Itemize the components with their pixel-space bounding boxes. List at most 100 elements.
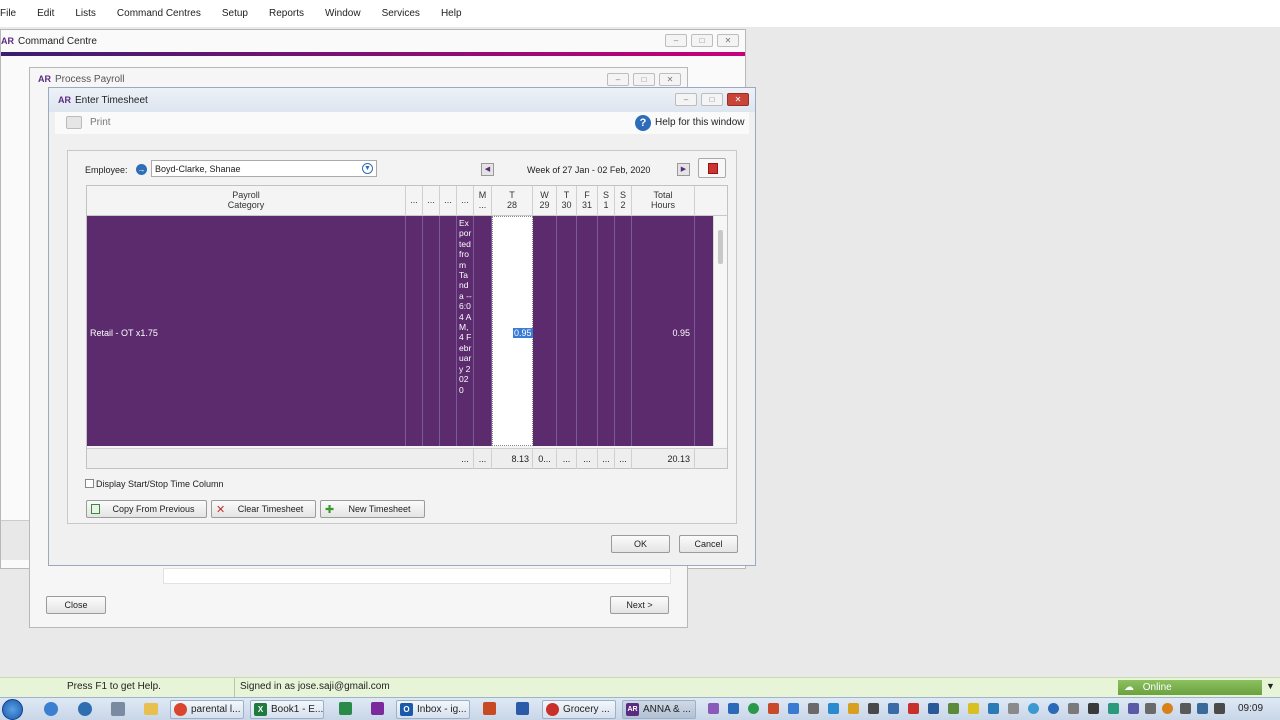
tray-refresh-icon[interactable]	[748, 703, 759, 714]
flag-icon[interactable]	[1180, 703, 1191, 714]
green-app-icon[interactable]	[339, 702, 352, 715]
menu-reports[interactable]: Reports	[269, 8, 304, 19]
minimize-icon[interactable]: –	[665, 34, 687, 47]
task-grocery[interactable]: Grocery ...	[542, 700, 616, 719]
help-for-window-link[interactable]: Help for this window	[655, 117, 744, 128]
col-mon[interactable]: M...	[474, 186, 492, 216]
close-icon[interactable]: ✕	[717, 34, 739, 47]
ok-button[interactable]: OK	[611, 535, 670, 553]
tray-app-icon-22[interactable]	[1162, 703, 1173, 714]
chevron-down-icon[interactable]: ▼	[362, 163, 373, 174]
print-button[interactable]: Print	[90, 117, 111, 128]
maximize-icon[interactable]: □	[633, 73, 655, 86]
row-extra-1-cell[interactable]	[406, 216, 423, 446]
scrollbar-thumb[interactable]	[718, 230, 723, 264]
ie-icon[interactable]	[44, 702, 58, 716]
word-icon[interactable]	[516, 702, 529, 715]
close-button[interactable]: Close	[46, 596, 106, 614]
tray-app-icon-5[interactable]	[828, 703, 839, 714]
network-icon[interactable]	[1197, 703, 1208, 714]
tray-app-icon-20[interactable]	[1128, 703, 1139, 714]
col-notes[interactable]: ...	[457, 186, 474, 216]
maximize-icon[interactable]: □	[691, 34, 713, 47]
tray-app-icon-4[interactable]	[808, 703, 819, 714]
tray-app-icon-2[interactable]	[768, 703, 779, 714]
tray-app-icon-7[interactable]	[868, 703, 879, 714]
tray-app-icon-8[interactable]	[888, 703, 899, 714]
menu-services[interactable]: Services	[382, 8, 420, 19]
calendar-icon[interactable]	[698, 158, 726, 178]
tray-app-icon-17[interactable]	[1068, 703, 1079, 714]
col-payroll-category[interactable]: Payroll Category	[87, 186, 406, 216]
tray-app-icon-6[interactable]	[848, 703, 859, 714]
row-fri-cell[interactable]	[577, 216, 598, 446]
task-accountright[interactable]: AR ANNA & ...	[622, 700, 696, 719]
printer-icon[interactable]	[66, 116, 82, 129]
volume-icon[interactable]	[1214, 703, 1225, 714]
col-total-hours[interactable]: Total Hours	[632, 186, 695, 216]
tray-app-icon-9[interactable]	[908, 703, 919, 714]
tray-app-icon-21[interactable]	[1145, 703, 1156, 714]
col-fri[interactable]: F 31	[577, 186, 598, 216]
row-extra-3-cell[interactable]	[440, 216, 457, 446]
tray-app-icon-11[interactable]	[948, 703, 959, 714]
tray-app-icon-16[interactable]	[1048, 703, 1059, 714]
tray-app-icon-3[interactable]	[788, 703, 799, 714]
table-row[interactable]: Retail - OT x1.75 Exported from Tanda --…	[87, 216, 713, 446]
task-excel[interactable]: X Book1 - E...	[250, 700, 324, 719]
clear-timesheet-button[interactable]: ✕ Clear Timesheet	[211, 500, 316, 518]
close-icon[interactable]: ✕	[727, 93, 749, 106]
row-sun-cell[interactable]	[615, 216, 632, 446]
cancel-button[interactable]: Cancel	[679, 535, 738, 553]
row-wed-cell[interactable]	[533, 216, 557, 446]
prev-week-button[interactable]: ◀	[481, 163, 494, 176]
menu-help[interactable]: Help	[441, 8, 462, 19]
vertical-scrollbar[interactable]	[713, 216, 727, 446]
task-outlook[interactable]: O Inbox - ig...	[396, 700, 470, 719]
row-tue-cell[interactable]: 0.95	[492, 216, 533, 446]
menu-lists[interactable]: Lists	[75, 8, 96, 19]
row-extra-2-cell[interactable]	[423, 216, 440, 446]
new-timesheet-button[interactable]: ✚ New Timesheet	[320, 500, 425, 518]
col-sat[interactable]: S1	[598, 186, 615, 216]
display-start-stop-checkbox[interactable]	[85, 479, 94, 488]
tray-app-icon-18[interactable]	[1088, 703, 1099, 714]
menu-setup[interactable]: Setup	[222, 8, 248, 19]
powerpoint-icon[interactable]	[483, 702, 496, 715]
menu-window[interactable]: Window	[325, 8, 361, 19]
col-tue[interactable]: T 28	[492, 186, 533, 216]
clock[interactable]: 09:09	[1238, 703, 1263, 714]
help-icon[interactable]: ?	[635, 115, 651, 131]
col-extra-3[interactable]: ...	[440, 186, 457, 216]
tray-app-icon-14[interactable]	[1008, 703, 1019, 714]
next-button[interactable]: Next >	[610, 596, 669, 614]
col-wed[interactable]: W 29	[533, 186, 557, 216]
tools-icon[interactable]	[111, 702, 125, 716]
next-week-button[interactable]: ▶	[677, 163, 690, 176]
tray-app-icon-12[interactable]	[968, 703, 979, 714]
row-note-cell[interactable]: Exported from Tanda -- 6:04 AM, 4 Februa…	[457, 216, 474, 446]
online-badge[interactable]: ☁ Online	[1118, 680, 1262, 695]
menu-edit[interactable]: Edit	[37, 8, 54, 19]
col-thu[interactable]: T 30	[557, 186, 577, 216]
col-sun[interactable]: S2	[615, 186, 632, 216]
tray-app-icon-19[interactable]	[1108, 703, 1119, 714]
media-player-icon[interactable]	[78, 702, 92, 716]
employee-select[interactable]: Boyd-Clarke, Shanae ▼	[151, 160, 377, 177]
tray-link-icon[interactable]	[708, 703, 719, 714]
row-thu-cell[interactable]	[557, 216, 577, 446]
tray-app-icon-1[interactable]	[728, 703, 739, 714]
row-mon-cell[interactable]	[474, 216, 492, 446]
minimize-icon[interactable]: –	[675, 93, 697, 106]
row-category-cell[interactable]: Retail - OT x1.75	[87, 216, 406, 446]
tray-app-icon-10[interactable]	[928, 703, 939, 714]
task-chrome[interactable]: parental l...	[170, 700, 244, 719]
col-extra-2[interactable]: ...	[423, 186, 440, 216]
menu-command-centres[interactable]: Command Centres	[117, 8, 201, 19]
menu-file[interactable]: File	[0, 8, 16, 19]
copy-from-previous-button[interactable]: Copy From Previous	[86, 500, 207, 518]
row-tue-value[interactable]: 0.95	[513, 328, 533, 338]
row-sat-cell[interactable]	[598, 216, 615, 446]
folder-icon[interactable]	[144, 703, 158, 715]
tray-app-icon-15[interactable]	[1028, 703, 1039, 714]
